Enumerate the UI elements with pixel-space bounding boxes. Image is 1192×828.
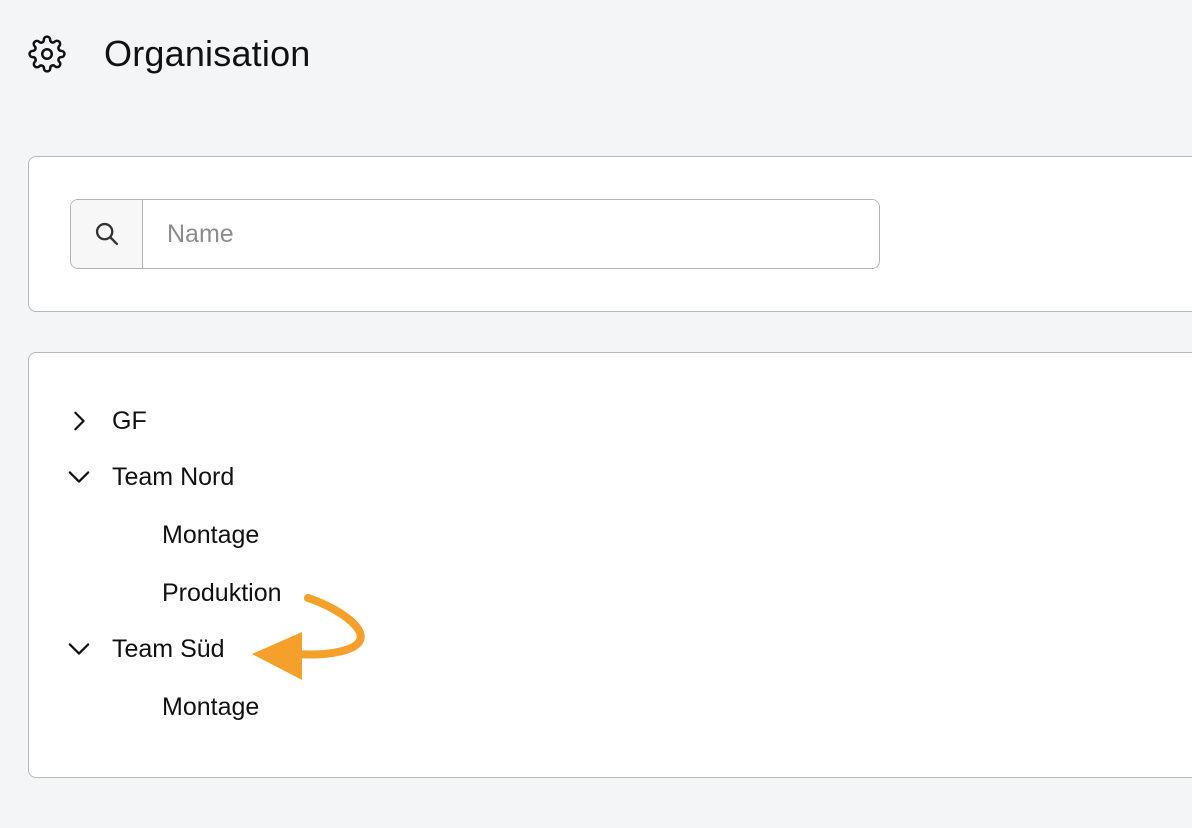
tree-item-label: GF	[112, 406, 147, 435]
gear-icon[interactable]	[28, 35, 66, 73]
page-header: Organisation	[28, 30, 311, 78]
search-icon	[71, 200, 143, 268]
search-box	[70, 199, 880, 269]
chevron-down-icon[interactable]	[65, 463, 93, 491]
org-tree-card: GF Team Nord Montage Produktion Team Süd…	[28, 352, 1192, 778]
chevron-down-icon[interactable]	[65, 635, 93, 663]
tree-item-label: Produktion	[162, 578, 282, 607]
tree-item-label: Montage	[162, 520, 260, 549]
page-title: Organisation	[104, 33, 311, 74]
tree-item-team-sued[interactable]: Team Süd	[65, 629, 225, 669]
tree-item-label: Team Süd	[112, 634, 225, 663]
chevron-right-icon[interactable]	[65, 407, 93, 435]
tree-item-team-sued-montage[interactable]: Montage	[162, 687, 259, 727]
tree-item-label: Montage	[162, 692, 260, 721]
search-input[interactable]	[143, 200, 879, 268]
tree-item-label: Team Nord	[112, 462, 235, 491]
tree-item-team-nord[interactable]: Team Nord	[65, 457, 234, 497]
tree-item-gf[interactable]: GF	[65, 401, 147, 441]
tree-item-team-nord-montage[interactable]: Montage	[162, 515, 259, 555]
search-card	[28, 156, 1192, 312]
tree-item-team-nord-produktion[interactable]: Produktion	[162, 573, 282, 613]
